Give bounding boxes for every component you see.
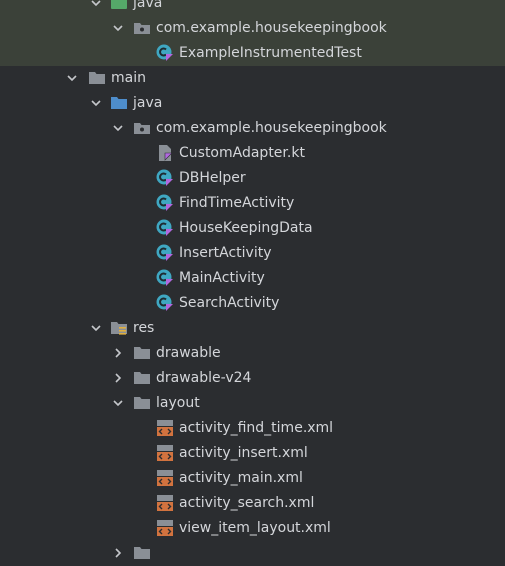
chevron-down-icon[interactable]: [88, 0, 104, 11]
kotlin-file-icon: [156, 144, 174, 162]
tree-row-main[interactable]: main: [0, 66, 505, 91]
tree-row-partial[interactable]: [0, 541, 505, 566]
tree-row-file[interactable]: InsertActivity: [0, 241, 505, 266]
xml-file-icon: [156, 469, 174, 487]
tree-label: ExampleInstrumentedTest: [179, 45, 362, 61]
chevron-right-icon[interactable]: [110, 345, 126, 361]
tree-row-res[interactable]: res: [0, 316, 505, 341]
tree-label: layout: [156, 395, 200, 411]
tree-label: com.example.housekeepingbook: [156, 120, 387, 136]
kotlin-class-icon: [156, 194, 174, 212]
chevron-down-icon[interactable]: [64, 70, 80, 86]
tree-row-xml-file[interactable]: activity_main.xml: [0, 466, 505, 491]
tree-row-file[interactable]: DBHelper: [0, 166, 505, 191]
tree-row-test-package[interactable]: com.example.housekeepingbook: [0, 16, 505, 41]
tree-row-xml-file[interactable]: activity_find_time.xml: [0, 416, 505, 441]
tree-row-test-java[interactable]: java: [0, 0, 505, 16]
tree-label: InsertActivity: [179, 245, 272, 261]
package-icon: [133, 19, 151, 37]
tree-row-file[interactable]: HouseKeepingData: [0, 216, 505, 241]
xml-file-icon: [156, 444, 174, 462]
tree-label: HouseKeepingData: [179, 220, 313, 236]
tree-label: MainActivity: [179, 270, 265, 286]
tree-label: activity_find_time.xml: [179, 420, 334, 436]
tree-label: activity_insert.xml: [179, 445, 308, 461]
xml-file-icon: [156, 519, 174, 537]
folder-icon: [133, 344, 151, 362]
tree-row-file[interactable]: SearchActivity: [0, 291, 505, 316]
chevron-down-icon[interactable]: [88, 95, 104, 111]
tree-label: java: [133, 0, 163, 11]
tree-label: res: [133, 320, 155, 336]
chevron-down-icon[interactable]: [88, 320, 104, 336]
folder-icon: [88, 69, 106, 87]
tree-label: drawable: [156, 345, 221, 361]
tree-label: SearchActivity: [179, 295, 280, 311]
kotlin-class-icon: [156, 169, 174, 187]
xml-file-icon: [156, 494, 174, 512]
kotlin-class-icon: [156, 294, 174, 312]
folder-icon: [133, 394, 151, 412]
kotlin-class-icon: [156, 219, 174, 237]
tree-label: DBHelper: [179, 170, 246, 186]
tree-label: CustomAdapter.kt: [179, 145, 305, 161]
tree-row-example-instrumented-test[interactable]: ExampleInstrumentedTest: [0, 41, 505, 66]
tree-row-main-java[interactable]: java: [0, 91, 505, 116]
chevron-down-icon[interactable]: [110, 120, 126, 136]
tree-label: main: [111, 70, 146, 86]
tree-row-file[interactable]: FindTimeActivity: [0, 191, 505, 216]
chevron-down-icon[interactable]: [110, 395, 126, 411]
tree-label: com.example.housekeepingbook: [156, 20, 387, 36]
tree-label: view_item_layout.xml: [179, 520, 331, 536]
tree-row-xml-file[interactable]: activity_insert.xml: [0, 441, 505, 466]
tree-row-drawable[interactable]: drawable: [0, 341, 505, 366]
tree-label: java: [133, 95, 163, 111]
tree-row-file[interactable]: CustomAdapter.kt: [0, 141, 505, 166]
folder-icon: [133, 369, 151, 387]
package-icon: [133, 119, 151, 137]
xml-file-icon: [156, 419, 174, 437]
tree-label: activity_search.xml: [179, 495, 315, 511]
tree-label: FindTimeActivity: [179, 195, 295, 211]
chevron-right-icon[interactable]: [110, 545, 126, 561]
tree-row-layout[interactable]: layout: [0, 391, 505, 416]
kotlin-class-icon: [156, 269, 174, 287]
tree-row-file[interactable]: MainActivity: [0, 266, 505, 291]
resources-folder-icon: [110, 319, 128, 337]
tree-row-xml-file[interactable]: view_item_layout.xml: [0, 516, 505, 541]
kotlin-class-icon: [156, 44, 174, 62]
kotlin-class-icon: [156, 244, 174, 262]
folder-green-icon: [110, 0, 128, 12]
chevron-down-icon[interactable]: [110, 20, 126, 36]
chevron-right-icon[interactable]: [110, 370, 126, 386]
tree-label: drawable-v24: [156, 370, 252, 386]
tree-label: activity_main.xml: [179, 470, 303, 486]
tree-row-drawable-v24[interactable]: drawable-v24: [0, 366, 505, 391]
tree-row-main-package[interactable]: com.example.housekeepingbook: [0, 116, 505, 141]
tree-row-xml-file[interactable]: activity_search.xml: [0, 491, 505, 516]
folder-source-icon: [110, 94, 128, 112]
